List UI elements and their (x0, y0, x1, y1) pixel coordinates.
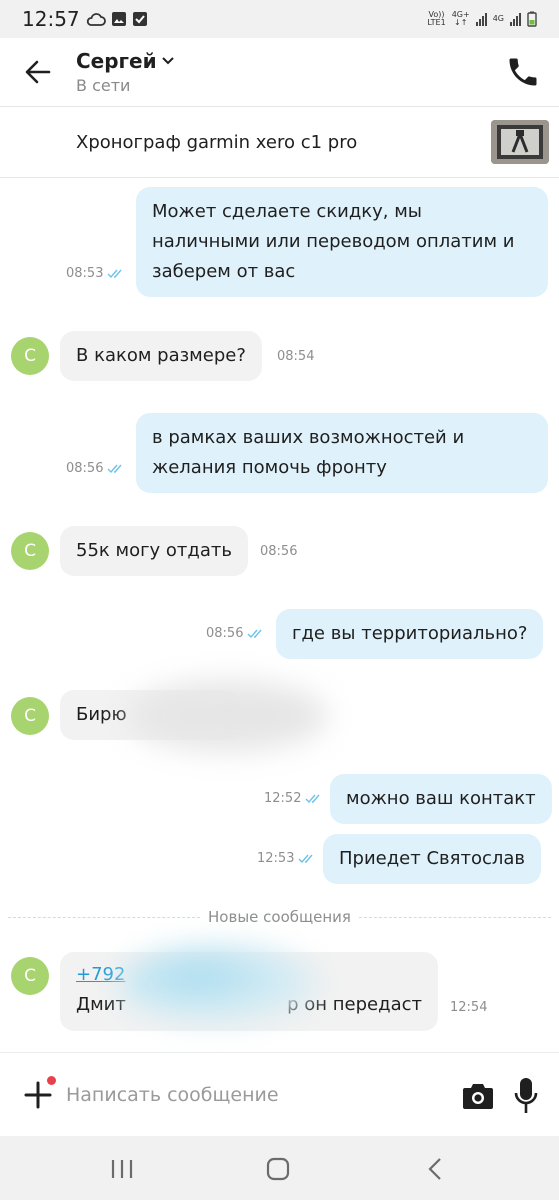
double-check-icon (107, 464, 123, 473)
message-text: Приедет Святослав (339, 848, 526, 869)
gallery-icon (111, 12, 126, 26)
message-time-label: 12:54 (450, 1000, 488, 1015)
avatar-initial: С (24, 346, 36, 366)
status-system-icons: Vo)) LTE1 4G+ ↓↑ 4G (427, 11, 537, 27)
message-time: 12:53 (257, 851, 316, 866)
chat-header: Сергей В сети (0, 38, 559, 106)
product-title: Хронограф garmin xero c1 pro (76, 131, 358, 153)
camera-icon (463, 1084, 493, 1109)
outgoing-message[interactable]: можно ваш контакт (330, 774, 552, 824)
message-time: 08:56 (66, 461, 125, 476)
message-time-label: 12:53 (257, 851, 295, 866)
message-time-label: 08:54 (277, 349, 315, 364)
data-arrows-label: ↓↑ (454, 18, 468, 27)
product-thumbnail (491, 120, 549, 164)
outgoing-message[interactable]: в рамках ваших возможностей и желания по… (136, 413, 548, 493)
back-arrow-icon (25, 60, 51, 84)
outgoing-message[interactable]: Может сделаете скидку, мы наличными или … (136, 187, 548, 297)
message-text: где вы территориально? (292, 623, 528, 644)
redaction-blur (118, 945, 318, 1023)
message-time: 08:53 (66, 266, 125, 281)
call-button[interactable] (505, 54, 541, 90)
recent-apps-icon (111, 1160, 133, 1178)
incoming-message[interactable]: 55к могу отдать (60, 526, 248, 576)
signal-strength-icon-2 (510, 12, 521, 26)
message-text: можно ваш контакт (346, 788, 536, 809)
contact-info[interactable]: Сергей В сети (76, 49, 175, 95)
message-time-label: 08:56 (66, 461, 104, 476)
new-messages-label: Новые сообщения (208, 908, 351, 926)
message-text: в рамках ваших возможностей и желания по… (152, 427, 465, 478)
message-time-label: 08:56 (206, 626, 244, 641)
system-navigation-bar (0, 1136, 559, 1200)
volte-indicator: Vo)) LTE1 (427, 11, 445, 27)
redaction-blur (128, 680, 328, 752)
status-bar: 12:57 Vo)) LTE1 4G+ ↓↑ 4G (0, 0, 559, 38)
message-text: Бирю (76, 704, 127, 725)
status-notification-icons (86, 11, 148, 27)
message-time-label: 08:53 (66, 266, 104, 281)
avatar[interactable]: С (11, 532, 49, 570)
lte-label: LTE1 (427, 18, 446, 27)
message-time: 08:56 (260, 544, 297, 559)
home-icon (266, 1157, 290, 1181)
battery-icon (527, 11, 537, 27)
network-4g-indicator: 4G (493, 15, 504, 23)
message-time-label: 12:52 (264, 791, 302, 806)
avatar[interactable]: С (11, 957, 49, 995)
outgoing-message[interactable]: Приедет Святослав (323, 834, 542, 884)
message-text: Может сделаете скидку, мы наличными или … (152, 201, 515, 282)
4g-label: 4G (492, 14, 504, 23)
contact-online-status: В сети (76, 76, 131, 95)
network-4g-plus-indicator: 4G+ ↓↑ (452, 11, 470, 27)
microphone-icon (514, 1078, 538, 1113)
system-back-button[interactable] (422, 1156, 450, 1182)
back-button[interactable] (0, 38, 76, 106)
avatar-initial: С (24, 706, 36, 726)
product-card[interactable]: Хронограф garmin xero c1 pro (0, 106, 559, 178)
message-composer (0, 1052, 559, 1136)
check-box-icon (132, 12, 147, 26)
message-input[interactable] (66, 1075, 426, 1115)
avatar-initial: С (24, 966, 36, 986)
message-text: В каком размере? (76, 345, 246, 366)
double-check-icon (247, 629, 263, 638)
status-time: 12:57 (22, 7, 80, 31)
avatar-initial: С (24, 541, 36, 561)
double-check-icon (107, 269, 123, 278)
outgoing-message[interactable]: где вы территориально? (276, 609, 544, 659)
message-time: 12:54 (450, 1000, 487, 1015)
message-time: 08:56 (206, 626, 265, 641)
incoming-message[interactable]: В каком размере? (60, 331, 262, 381)
product-image (491, 120, 549, 164)
recent-apps-button[interactable] (108, 1156, 136, 1182)
phone-icon (509, 58, 537, 86)
camera-button[interactable] (462, 1081, 494, 1111)
notification-dot (47, 1076, 56, 1085)
chevron-down-icon (161, 57, 174, 65)
message-text-start: Дмит (76, 994, 126, 1015)
chevron-left-icon (428, 1158, 441, 1180)
avatar[interactable]: С (11, 697, 49, 735)
contact-name: Сергей (76, 49, 157, 73)
signal-strength-icon (475, 12, 487, 26)
new-messages-divider: Новые сообщения (0, 906, 559, 928)
voice-message-button[interactable] (514, 1077, 538, 1115)
avatar[interactable]: С (11, 337, 49, 375)
message-time: 12:52 (264, 791, 323, 806)
double-check-icon (305, 794, 321, 803)
message-time: 08:54 (277, 349, 314, 364)
home-button[interactable] (264, 1156, 292, 1182)
message-text: 55к могу отдать (76, 540, 232, 561)
double-check-icon (298, 854, 314, 863)
cloud-icon (86, 13, 106, 26)
message-time-label: 08:56 (260, 544, 298, 559)
